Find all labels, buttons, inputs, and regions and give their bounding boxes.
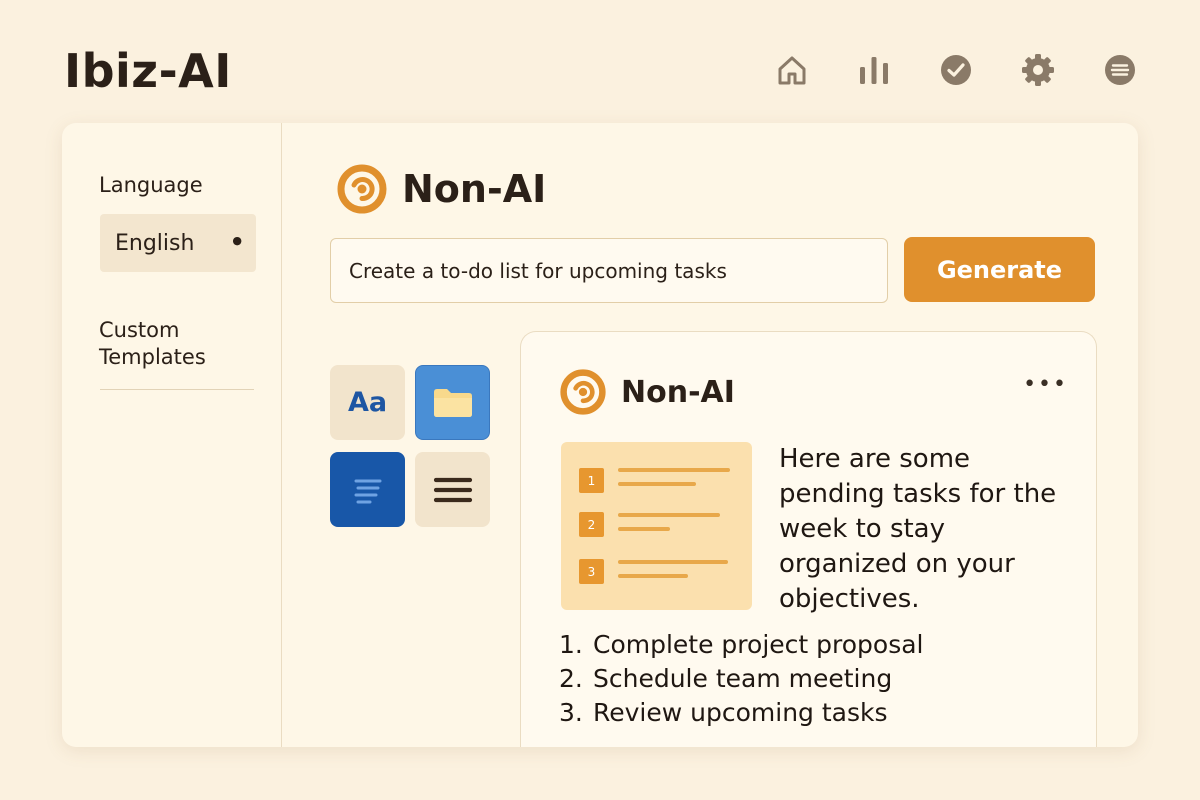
font-tool-label: Aa xyxy=(347,387,388,418)
hamburger-icon xyxy=(433,477,472,502)
list-tool-button[interactable] xyxy=(415,452,490,527)
task-text: Schedule team meeting xyxy=(593,664,893,693)
menu-circle-icon[interactable] xyxy=(1102,48,1138,92)
task-number: 3. xyxy=(559,698,583,727)
illustration-number: 1 xyxy=(579,468,604,493)
result-card: Non-AI ••• 1 2 3 Here are some pending t… xyxy=(520,331,1097,747)
result-summary: Here are some pending tasks for the week… xyxy=(779,444,1057,614)
illustration-number: 2 xyxy=(579,512,604,537)
language-label: Language xyxy=(99,173,203,197)
result-brand-name: Non-AI xyxy=(621,374,735,410)
task-number: 2. xyxy=(559,664,583,693)
illustration-line xyxy=(618,513,720,517)
target-logo-icon xyxy=(337,164,387,214)
custom-templates-link[interactable]: Custom Templates xyxy=(99,317,255,371)
folder-tool-button[interactable] xyxy=(415,365,490,440)
top-nav xyxy=(774,48,1138,92)
task-list: 1. Complete project proposal 2. Schedule… xyxy=(559,628,924,730)
target-logo-icon xyxy=(560,369,606,415)
illustration-line xyxy=(618,468,730,472)
list-item: 3. Review upcoming tasks xyxy=(559,696,924,730)
more-options-icon[interactable]: ••• xyxy=(1023,372,1068,397)
checklist-illustration: 1 2 3 xyxy=(561,442,752,610)
task-text: Review upcoming tasks xyxy=(593,698,888,727)
font-tool-button[interactable]: Aa xyxy=(330,365,405,440)
illustration-line xyxy=(618,560,728,564)
illustration-line xyxy=(618,574,688,578)
gear-icon[interactable] xyxy=(1020,48,1056,92)
sidebar-divider xyxy=(100,389,254,390)
bar-chart-icon[interactable] xyxy=(856,48,892,92)
generate-button[interactable]: Generate xyxy=(904,237,1095,302)
app-title: Ibiz-AI xyxy=(64,44,232,98)
main-panel: Language English ● Custom Templates Non-… xyxy=(62,123,1138,747)
home-icon[interactable] xyxy=(774,48,810,92)
list-item: 2. Schedule team meeting xyxy=(559,662,924,696)
task-number: 1. xyxy=(559,630,583,659)
check-circle-icon[interactable] xyxy=(938,48,974,92)
prompt-input[interactable] xyxy=(330,238,888,303)
folder-icon xyxy=(433,388,472,417)
document-tool-button[interactable] xyxy=(330,452,405,527)
task-text: Complete project proposal xyxy=(593,630,924,659)
language-select[interactable]: English ● xyxy=(100,214,256,272)
sidebar: Language English ● Custom Templates xyxy=(62,123,282,747)
result-brand: Non-AI xyxy=(559,368,735,416)
brand-name: Non-AI xyxy=(402,167,547,211)
brand: Non-AI xyxy=(336,163,546,215)
illustration-line xyxy=(618,482,696,486)
caret-down-icon: ● xyxy=(232,234,242,247)
illustration-number: 3 xyxy=(579,559,604,584)
document-icon xyxy=(354,479,381,503)
list-item: 1. Complete project proposal xyxy=(559,628,924,662)
illustration-line xyxy=(618,527,670,531)
language-value: English xyxy=(115,230,195,256)
